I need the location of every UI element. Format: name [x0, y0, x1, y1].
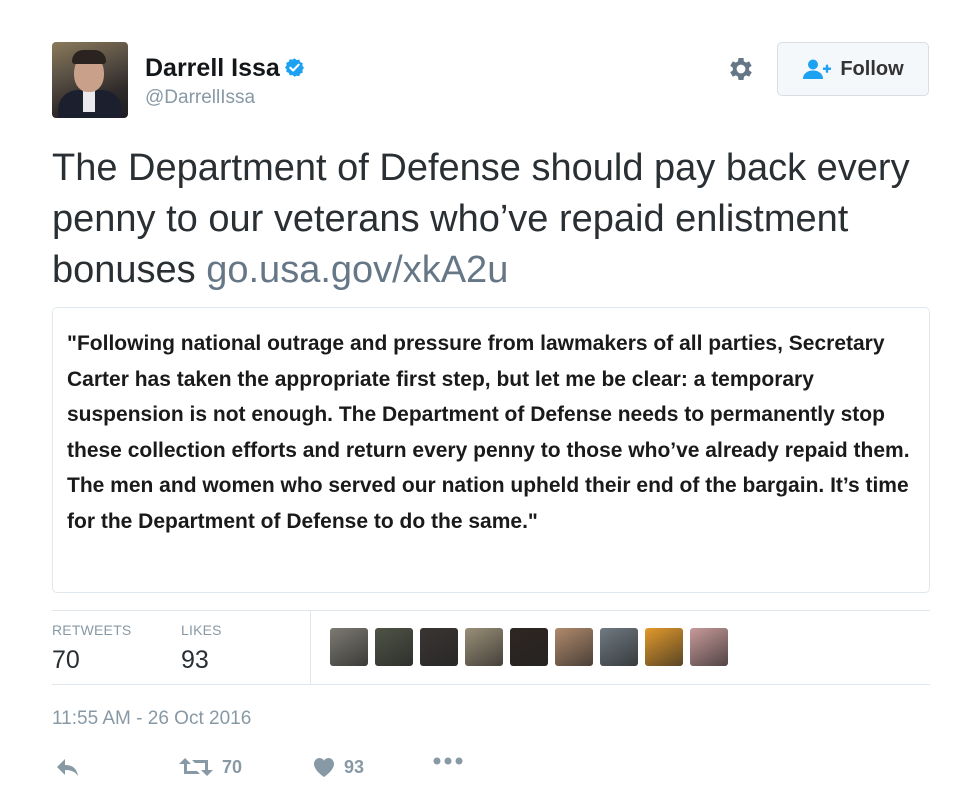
likes-label[interactable]: LIKES: [181, 622, 222, 638]
liker-avatar[interactable]: [555, 628, 593, 666]
retweet-button[interactable]: 70: [178, 756, 242, 778]
avatar-collar: [83, 90, 95, 112]
tweet-link[interactable]: go.usa.gov/xkA2u: [206, 249, 508, 291]
more-icon: [433, 757, 463, 765]
liker-avatar[interactable]: [465, 628, 503, 666]
liker-avatar[interactable]: [645, 628, 683, 666]
quote-image-card[interactable]: "Following national outrage and pressure…: [52, 307, 930, 593]
author-avatar[interactable]: [52, 42, 128, 118]
author-handle[interactable]: @DarrellIssa: [145, 87, 255, 109]
likes-count[interactable]: 93: [181, 646, 209, 675]
follow-label: Follow: [840, 57, 904, 80]
tweet-timestamp[interactable]: 11:55 AM - 26 Oct 2016: [52, 708, 251, 730]
liker-avatar[interactable]: [690, 628, 728, 666]
retweet-icon: [179, 758, 213, 776]
like-action-count: 93: [344, 756, 365, 777]
reply-icon: [57, 759, 78, 776]
divider-bottom: [52, 684, 930, 685]
avatar-hair: [72, 50, 106, 64]
author-name-row[interactable]: Darrell Issa: [145, 54, 305, 83]
retweet-action-count: 70: [222, 756, 243, 777]
retweets-count[interactable]: 70: [52, 646, 80, 675]
heart-icon: [314, 758, 334, 777]
quote-image-text: "Following national outrage and pressure…: [67, 332, 910, 533]
liker-avatar[interactable]: [375, 628, 413, 666]
follow-button[interactable]: Follow: [777, 42, 929, 96]
liker-avatar[interactable]: [510, 628, 548, 666]
liker-avatar[interactable]: [330, 628, 368, 666]
retweets-label[interactable]: RETWEETS: [52, 622, 131, 638]
divider-top: [52, 610, 930, 611]
stats-divider: [310, 611, 311, 684]
like-button[interactable]: 93: [312, 756, 364, 778]
tweet-text: The Department of Defense should pay bac…: [52, 143, 932, 296]
verified-badge-icon: [284, 58, 304, 77]
liker-avatars: [330, 628, 728, 666]
follow-person-icon: [803, 59, 832, 79]
liker-avatar[interactable]: [600, 628, 638, 666]
reply-button[interactable]: [55, 756, 81, 778]
liker-avatar[interactable]: [420, 628, 458, 666]
author-name[interactable]: Darrell Issa: [145, 54, 280, 82]
more-button[interactable]: [432, 756, 464, 766]
gear-icon[interactable]: [726, 54, 756, 84]
